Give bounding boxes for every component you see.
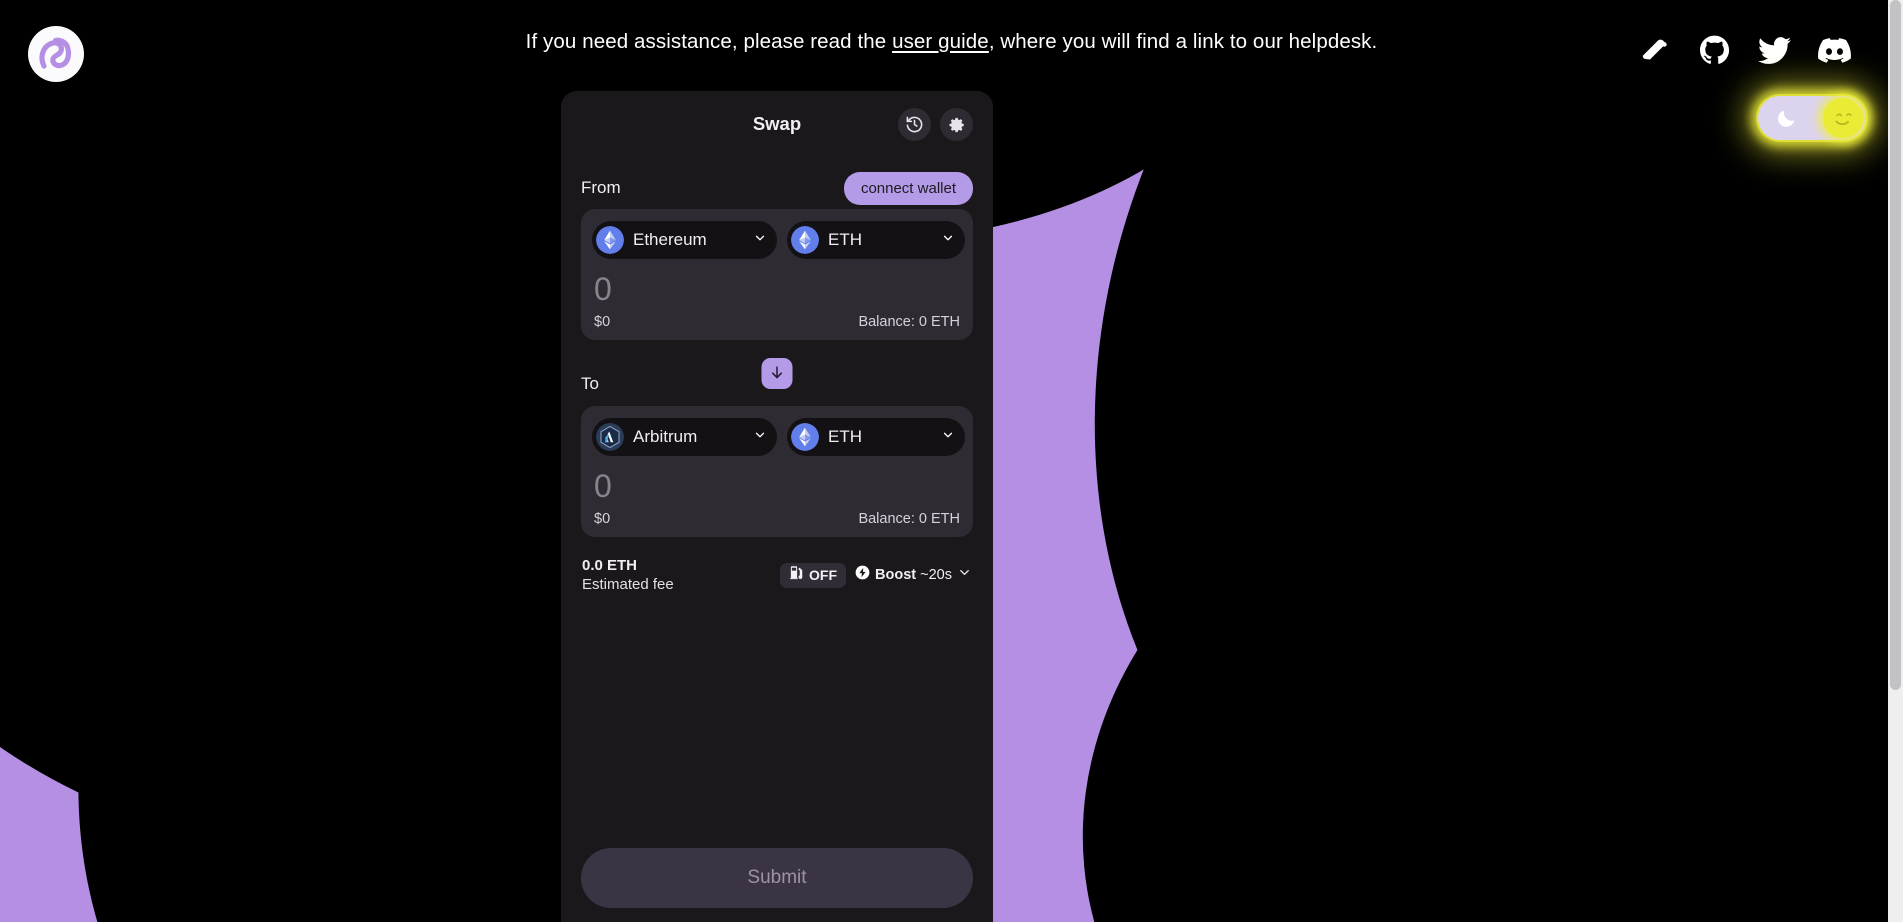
docs-icon[interactable]: [1637, 33, 1671, 67]
swap-direction-button[interactable]: [761, 358, 793, 389]
to-label: To: [581, 374, 599, 393]
chevron-down-icon: [753, 428, 767, 447]
to-usd-value: $0: [594, 511, 611, 527]
social-links: [1637, 33, 1851, 67]
submit-button[interactable]: Submit: [581, 848, 973, 908]
twitter-icon[interactable]: [1757, 33, 1791, 67]
gas-boost-group: OFF Boost ~20s: [780, 562, 972, 588]
connect-wallet-button[interactable]: connect wallet: [843, 171, 973, 205]
boost-group[interactable]: Boost ~20s: [855, 565, 972, 585]
to-panel-footer: $0 Balance: 0 ETH: [592, 511, 962, 527]
user-guide-link[interactable]: user guide: [892, 30, 989, 53]
to-row-header: To: [581, 358, 973, 406]
banner-prefix: If you need assistance, please read the: [525, 30, 893, 53]
history-icon: [905, 115, 924, 134]
scrollbar-thumb[interactable]: [1890, 0, 1901, 690]
gas-toggle-pill[interactable]: OFF: [780, 562, 847, 588]
to-balance[interactable]: Balance: 0 ETH: [858, 511, 960, 527]
fee-row: 0.0 ETH Estimated fee OFF Boost ~20s: [581, 556, 973, 594]
chevron-down-icon: [753, 231, 767, 250]
from-label: From: [581, 178, 621, 197]
to-network-name: Arbitrum: [633, 427, 698, 446]
from-selectors: Ethereum ETH: [592, 221, 965, 259]
sun-smiley-icon: [1823, 98, 1863, 138]
from-usd-value: $0: [594, 314, 611, 330]
header-buttons: [898, 108, 973, 141]
from-balance[interactable]: Balance: 0 ETH: [858, 314, 960, 330]
gear-icon: [948, 116, 966, 134]
from-panel-footer: $0 Balance: 0 ETH: [592, 314, 962, 330]
from-row-header: From connect wallet: [581, 167, 973, 209]
arrow-down-icon: [769, 364, 786, 384]
to-panel: Arbitrum ETH 0 $0 Balance: 0 ETH: [581, 406, 973, 537]
github-icon[interactable]: [1697, 33, 1731, 67]
transaction-history-button[interactable]: [898, 108, 931, 141]
card-spacer: [581, 594, 973, 848]
swap-card-header: Swap: [581, 91, 973, 157]
page-scrollbar[interactable]: [1888, 0, 1903, 922]
boost-time: ~20s: [920, 567, 952, 583]
theme-toggle[interactable]: [1758, 96, 1866, 140]
chevron-down-icon[interactable]: [957, 565, 972, 585]
assistance-banner: If you need assistance, please read the …: [0, 30, 1903, 54]
from-network-name: Ethereum: [633, 230, 707, 249]
from-network-selector[interactable]: Ethereum: [592, 221, 777, 259]
fee-amount: 0.0 ETH: [582, 557, 638, 574]
settings-button[interactable]: [940, 108, 973, 141]
from-amount-input[interactable]: [594, 268, 964, 310]
moon-icon: [1776, 107, 1798, 129]
from-panel: Ethereum ETH 0 $0 Balance: 0 ETH: [581, 209, 973, 340]
to-amount-input[interactable]: [594, 465, 964, 507]
fee-caption: Estimated fee: [582, 576, 674, 593]
banner-suffix: , where you will find a link to our help…: [988, 30, 1378, 53]
estimated-fee-group: 0.0 ETH Estimated fee: [582, 556, 674, 594]
gas-state-label: OFF: [809, 567, 838, 583]
swap-card: Swap From connect wallet Ethereum ETH 0 …: [561, 91, 993, 922]
boost-text: Boost: [875, 567, 917, 583]
chevron-down-icon: [941, 231, 955, 250]
from-token-selector[interactable]: ETH: [787, 221, 965, 259]
page-title: Swap: [752, 113, 802, 134]
ethereum-icon: [596, 226, 624, 254]
ethereum-token-icon: [791, 423, 819, 451]
to-token-name: ETH: [828, 427, 862, 446]
to-network-selector[interactable]: Arbitrum: [592, 418, 777, 456]
from-token-name: ETH: [828, 230, 862, 249]
discord-icon[interactable]: [1817, 33, 1851, 67]
to-selectors: Arbitrum ETH: [592, 418, 965, 456]
chevron-down-icon: [941, 428, 955, 447]
arbitrum-icon: [596, 423, 624, 451]
to-token-selector[interactable]: ETH: [787, 418, 965, 456]
boost-label: Boost ~20s: [875, 567, 952, 583]
gas-pump-icon: [789, 565, 804, 585]
ethereum-token-icon: [791, 226, 819, 254]
bolt-icon: [855, 565, 870, 585]
